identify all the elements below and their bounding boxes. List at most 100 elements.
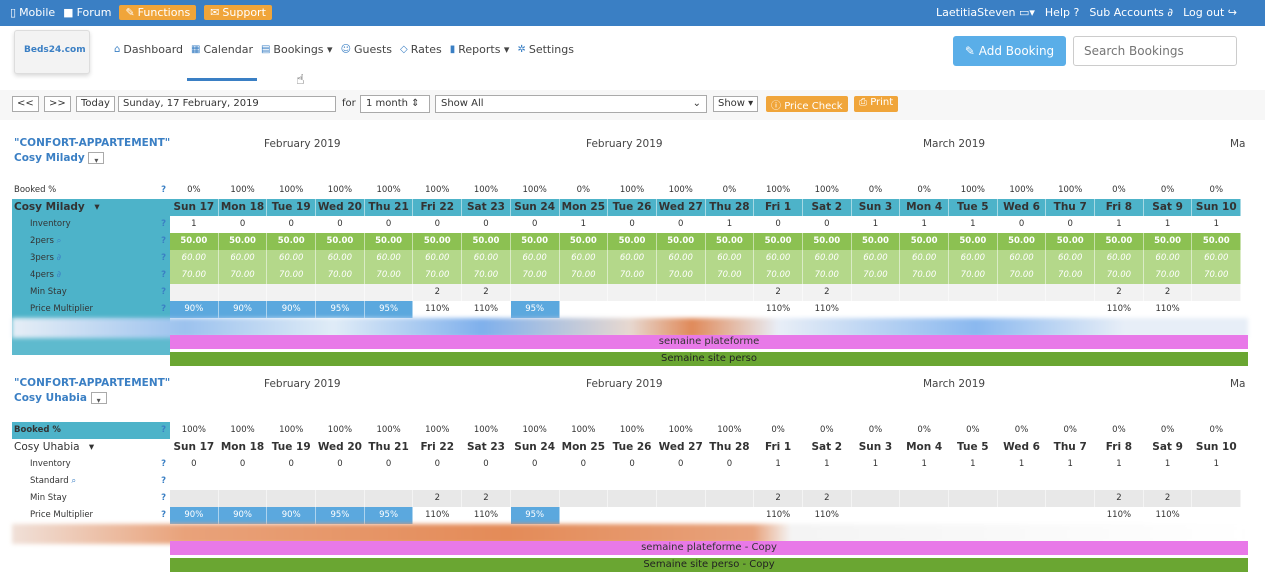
- inventory-cell[interactable]: 0: [657, 456, 706, 473]
- booked-cell[interactable]: 0%: [1095, 182, 1144, 199]
- price-3pers-cell[interactable]: 60.00: [510, 250, 560, 267]
- booked-cell[interactable]: 0%: [852, 422, 901, 439]
- help-icon[interactable]: ?: [161, 182, 166, 199]
- inventory-cell[interactable]: 1: [852, 456, 901, 473]
- booked-cell[interactable]: 0%: [170, 182, 219, 199]
- date-header-cell[interactable]: Thu 7: [1046, 439, 1096, 456]
- room-title[interactable]: "CONFORT-APPARTEMENT" Cosy Milady ▾: [14, 136, 172, 166]
- min-stay-cell[interactable]: [559, 284, 609, 301]
- inventory-cell[interactable]: 1: [170, 216, 219, 233]
- help-icon[interactable]: ?: [161, 456, 166, 473]
- date-header-cell[interactable]: Sat 9: [1143, 199, 1193, 216]
- inventory-cell[interactable]: 1: [1192, 216, 1242, 233]
- price-3pers-cell[interactable]: 60.00: [656, 250, 706, 267]
- date-header-cell[interactable]: Sun 3: [851, 199, 901, 216]
- price-2pers-cell[interactable]: 50.00: [900, 233, 949, 250]
- price-2pers-cell[interactable]: 50.00: [267, 233, 317, 250]
- price-multiplier-cell[interactable]: 110%: [413, 301, 463, 318]
- price-4pers-cell[interactable]: 70.00: [754, 267, 803, 284]
- inventory-cell[interactable]: 1: [803, 456, 852, 473]
- price-multiplier-cell[interactable]: 110%: [1144, 301, 1193, 318]
- price-2pers-cell[interactable]: 50.00: [1192, 233, 1242, 250]
- inventory-cell[interactable]: 0: [365, 216, 414, 233]
- min-stay-cell[interactable]: 2: [1095, 490, 1144, 507]
- booked-cell[interactable]: 100%: [316, 422, 365, 439]
- date-header-cell[interactable]: Tue 19: [267, 439, 317, 456]
- rate-bar-site-perso[interactable]: Semaine site perso: [170, 352, 1248, 366]
- date-header-cell[interactable]: Fri 22: [413, 439, 463, 456]
- price-multiplier-cell[interactable]: 110%: [462, 507, 511, 524]
- price-multiplier-cell[interactable]: 110%: [754, 301, 803, 318]
- inventory-cell[interactable]: 0: [560, 456, 609, 473]
- booked-cell[interactable]: 0%: [803, 422, 852, 439]
- price-2pers-cell[interactable]: 50.00: [608, 233, 657, 250]
- min-stay-cell[interactable]: 2: [1095, 284, 1144, 301]
- date-header-cell[interactable]: Mon 25: [560, 439, 609, 456]
- inventory-cell[interactable]: 1: [998, 456, 1047, 473]
- booked-cell[interactable]: 100%: [267, 182, 317, 199]
- date-header-cell[interactable]: Sat 23: [462, 199, 511, 216]
- inventory-cell[interactable]: 1: [706, 216, 755, 233]
- booked-cell[interactable]: 0%: [998, 422, 1047, 439]
- price-multiplier-cell[interactable]: [900, 507, 949, 524]
- help-icon[interactable]: ?: [161, 490, 166, 507]
- functions-button[interactable]: ✎ Functions: [119, 5, 197, 20]
- booked-cell[interactable]: 0%: [706, 182, 755, 199]
- price-multiplier-cell[interactable]: 90%: [170, 507, 219, 524]
- forum-link[interactable]: ■ Forum: [63, 5, 111, 20]
- rate-bar-plateforme[interactable]: semaine plateforme: [170, 335, 1248, 349]
- date-header-cell[interactable]: Sun 24: [510, 199, 560, 216]
- today-button[interactable]: Today: [76, 96, 115, 112]
- standard-cell[interactable]: [511, 473, 560, 490]
- rate-bar-site-perso[interactable]: Semaine site perso - Copy: [170, 558, 1248, 572]
- price-multiplier-cell[interactable]: 95%: [316, 507, 365, 524]
- standard-cell[interactable]: [462, 473, 511, 490]
- inventory-cell[interactable]: 0: [267, 216, 317, 233]
- min-stay-cell[interactable]: 2: [802, 284, 852, 301]
- price-2pers-cell[interactable]: 50.00: [656, 233, 706, 250]
- price-2pers-cell[interactable]: 50.00: [462, 233, 511, 250]
- price-2pers-cell[interactable]: 50.00: [1095, 233, 1144, 250]
- min-stay-cell[interactable]: 2: [462, 490, 511, 507]
- nav-bookings[interactable]: ▤ Bookings ▾: [257, 43, 337, 56]
- price-2pers-cell[interactable]: 50.00: [218, 233, 268, 250]
- min-stay-cell[interactable]: 2: [754, 284, 803, 301]
- chevron-down-icon[interactable]: ▾: [91, 201, 99, 213]
- print-button[interactable]: ⎙ Print: [854, 96, 899, 112]
- price-4pers-cell[interactable]: 70.00: [510, 267, 560, 284]
- date-header-cell[interactable]: Sun 3: [852, 439, 901, 456]
- help-icon[interactable]: ?: [161, 301, 166, 318]
- price-4pers-cell[interactable]: 70.00: [802, 267, 852, 284]
- min-stay-cell[interactable]: [218, 490, 268, 507]
- price-multiplier-cell[interactable]: [706, 507, 755, 524]
- min-stay-cell[interactable]: [997, 490, 1047, 507]
- price-4pers-cell[interactable]: 70.00: [267, 267, 317, 284]
- min-stay-cell[interactable]: [1192, 284, 1242, 301]
- standard-cell[interactable]: [803, 473, 852, 490]
- standard-cell[interactable]: [267, 473, 317, 490]
- price-2pers-cell[interactable]: 50.00: [705, 233, 755, 250]
- help-icon[interactable]: ?: [161, 267, 166, 284]
- booked-cell[interactable]: 100%: [219, 182, 268, 199]
- inventory-cell[interactable]: 0: [657, 216, 706, 233]
- price-multiplier-cell[interactable]: [1192, 301, 1242, 318]
- inventory-cell[interactable]: 0: [413, 216, 463, 233]
- price-3pers-cell[interactable]: 60.00: [997, 250, 1047, 267]
- price-multiplier-cell[interactable]: [657, 301, 706, 318]
- next-button[interactable]: >>: [44, 96, 71, 112]
- min-stay-cell[interactable]: [364, 490, 414, 507]
- price-multiplier-cell[interactable]: 95%: [316, 301, 365, 318]
- price-multiplier-cell[interactable]: 90%: [267, 301, 317, 318]
- min-stay-cell[interactable]: [1046, 284, 1096, 301]
- standard-cell[interactable]: [608, 473, 657, 490]
- price-2pers-cell[interactable]: 50.00: [851, 233, 901, 250]
- standard-cell[interactable]: [754, 473, 803, 490]
- price-multiplier-cell[interactable]: 90%: [218, 507, 268, 524]
- logo[interactable]: Beds24.com: [14, 30, 90, 74]
- date-header-cell[interactable]: Wed 6: [997, 199, 1047, 216]
- price-4pers-cell[interactable]: 70.00: [656, 267, 706, 284]
- inventory-cell[interactable]: 0: [754, 216, 803, 233]
- nav-dashboard[interactable]: ⌂ Dashboard: [110, 43, 187, 56]
- standard-cell[interactable]: [900, 473, 949, 490]
- inventory-cell[interactable]: 0: [1046, 216, 1096, 233]
